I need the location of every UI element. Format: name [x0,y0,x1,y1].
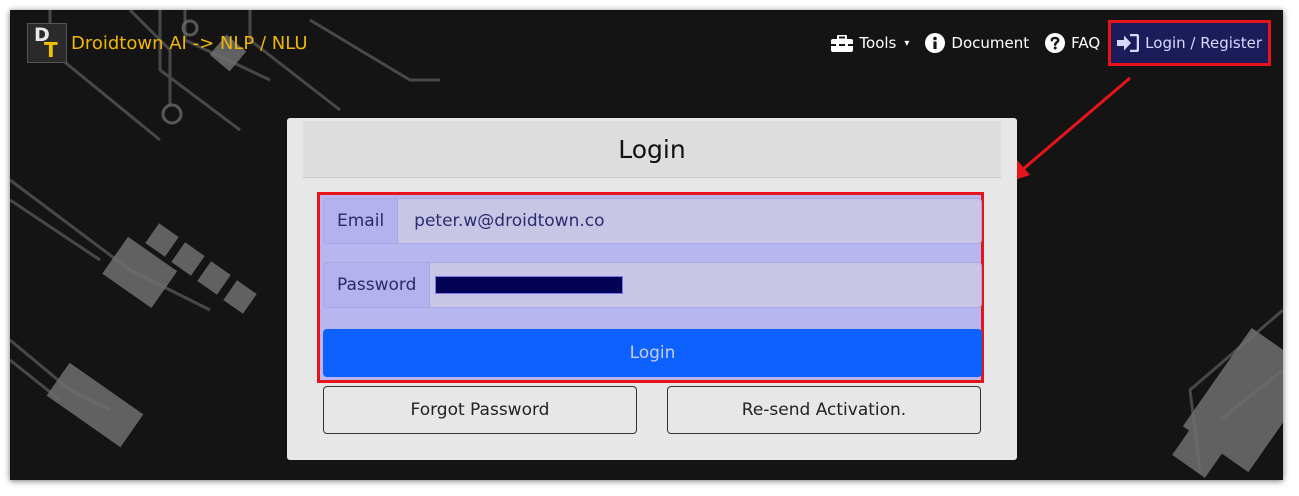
password-field[interactable] [430,263,981,307]
logo-letter-t: T [44,38,58,62]
brand-link[interactable]: D T Droidtown AI -> NLP / NLU [27,23,308,63]
nav-document-label: Document [951,34,1030,52]
brand-title: Droidtown AI -> NLP / NLU [71,32,308,54]
top-nav: Tools ▾ Document FAQ Login / Register [815,17,1271,69]
nav-faq-label: FAQ [1071,34,1101,52]
forgot-password-button[interactable]: Forgot Password [323,386,637,434]
nav-login-register-link[interactable]: Login / Register [1108,20,1271,66]
nav-document-link[interactable]: Document [925,33,1029,53]
sign-in-icon [1117,34,1140,52]
email-label: Email [324,199,399,243]
nav-tools-label: Tools [859,34,897,52]
password-input-group: Password [323,262,982,308]
resend-activation-button[interactable]: Re-send Activation. [667,386,981,434]
chevron-down-icon: ▾ [904,37,910,49]
login-button[interactable]: Login [323,329,982,377]
nav-faq-link[interactable]: FAQ [1045,33,1100,53]
brand-logo: D T [27,23,67,63]
password-label: Password [324,263,431,307]
login-card-title: Login [303,121,1001,178]
email-field[interactable]: peter.w@droidtown.co [398,199,981,243]
login-card: Login Email peter.w@droidtown.co Passwor… [287,118,1017,460]
nav-login-register-label: Login / Register [1145,34,1262,52]
email-input-group: Email peter.w@droidtown.co [323,198,982,244]
screenshot-frame: D T Droidtown AI -> NLP / NLU Tools ▾ Do… [10,10,1283,480]
login-form-highlight: Email peter.w@droidtown.co Password Logi… [317,192,984,383]
toolbox-icon [831,34,854,52]
info-circle-icon [925,33,946,53]
password-masked-value [435,276,624,294]
question-circle-icon [1045,33,1066,53]
nav-tools-dropdown[interactable]: Tools ▾ [831,34,909,52]
